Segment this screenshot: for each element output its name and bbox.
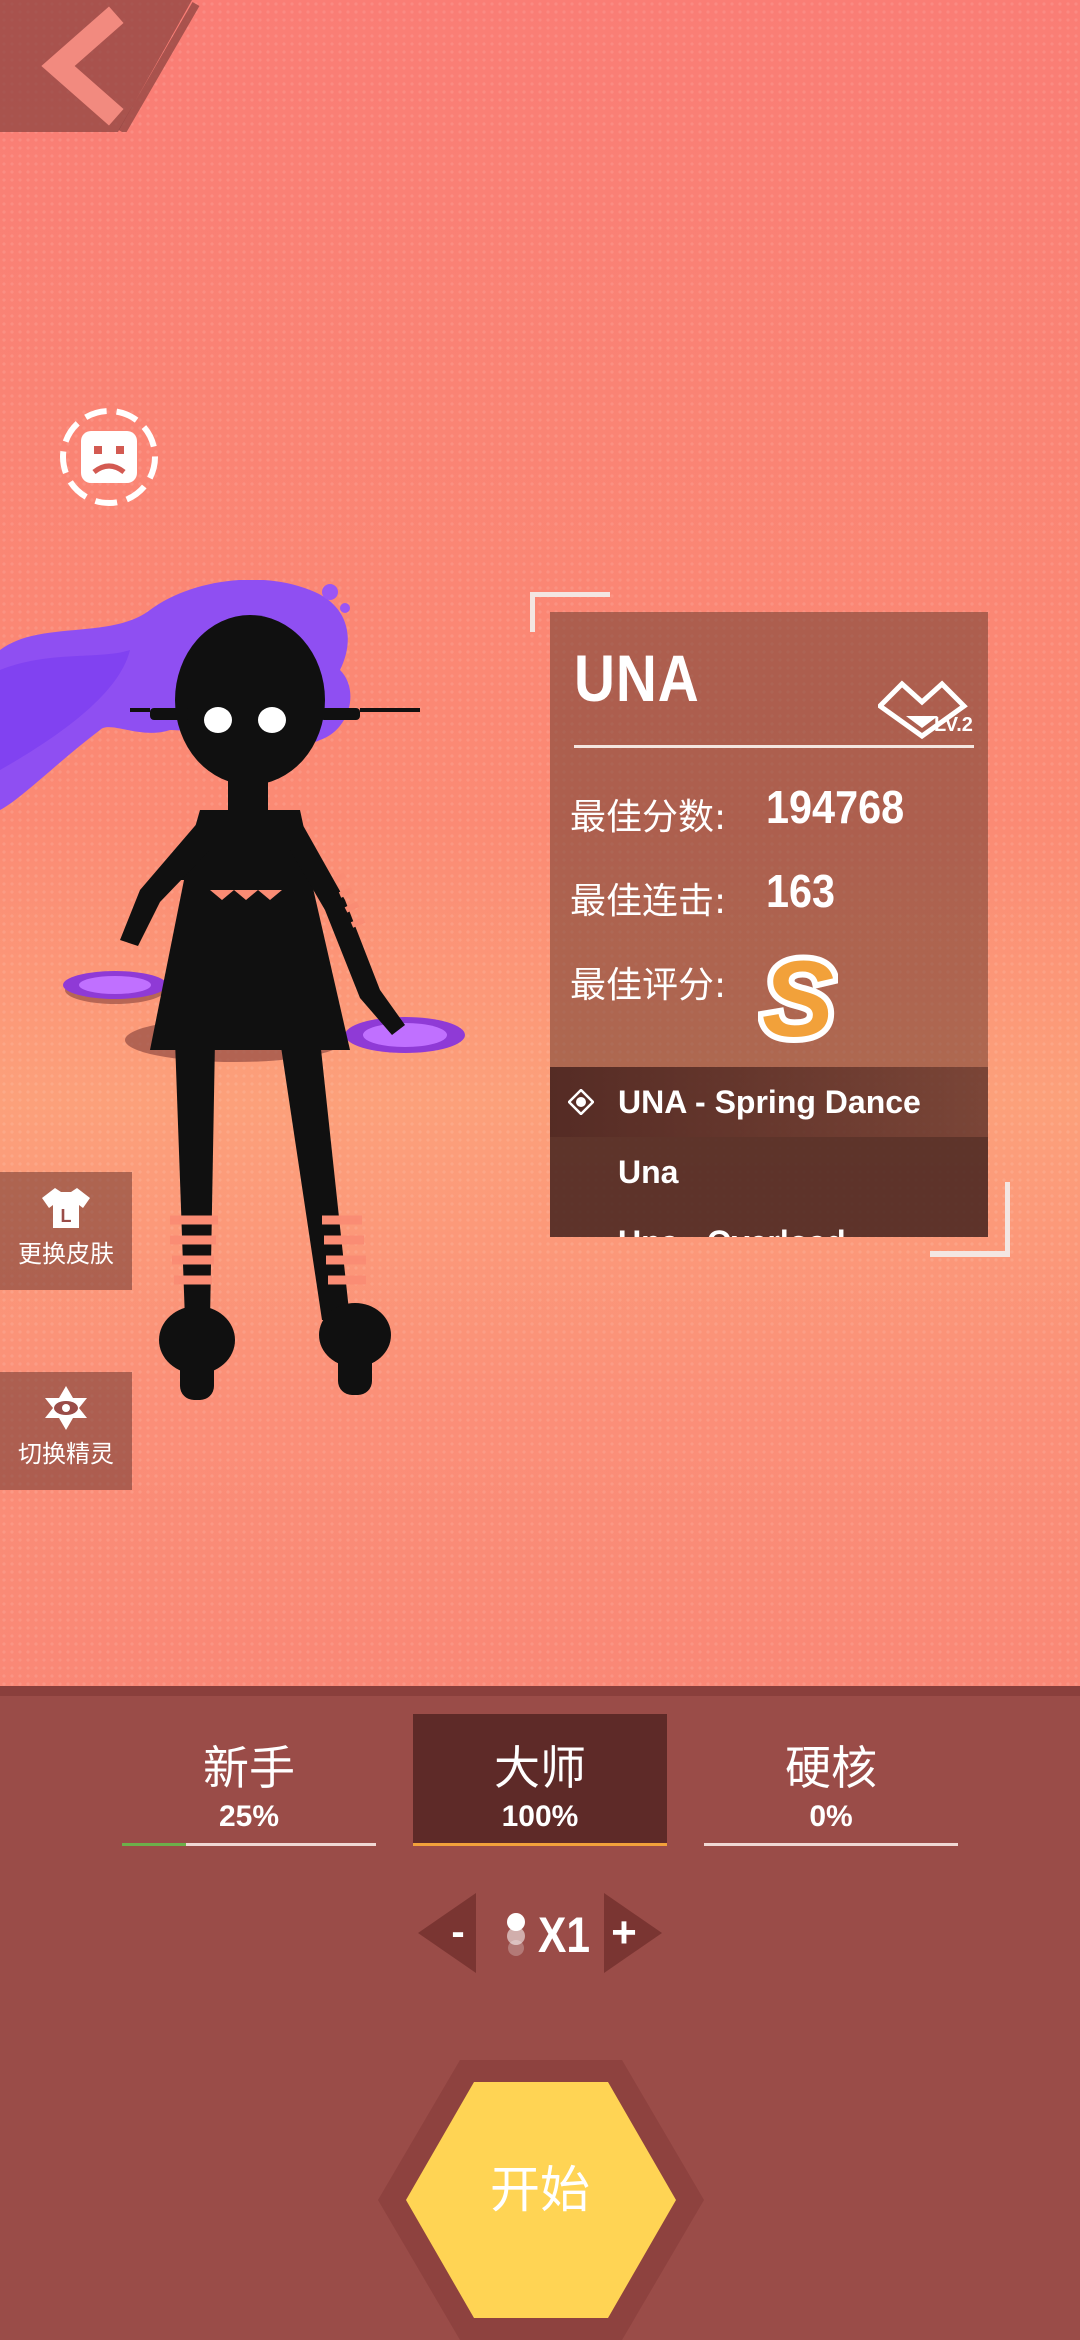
- difficulty-name: 大师: [494, 1741, 586, 1795]
- best-rank-label: 最佳评分:: [570, 965, 727, 1006]
- best-score-label: 最佳分数:: [570, 797, 727, 838]
- difficulty-hardcore[interactable]: 硬核 0%: [704, 1714, 958, 1844]
- eye-star-icon: [45, 1386, 87, 1430]
- switch-sprite-button[interactable]: 切换精灵: [0, 1372, 132, 1490]
- back-button[interactable]: [0, 0, 200, 132]
- song-title: Una - Overload: [618, 1224, 846, 1238]
- difficulty-master[interactable]: 大师 100%: [413, 1714, 667, 1844]
- progress-fill-master: [413, 1843, 667, 1846]
- difficulty-novice[interactable]: 新手 25%: [122, 1714, 376, 1844]
- song-title: Una: [618, 1153, 679, 1190]
- best-combo-value: 163: [766, 865, 836, 917]
- character-silhouette: [0, 580, 465, 1400]
- song-item[interactable]: Una - Overload: [550, 1207, 988, 1237]
- character-name: UNA: [574, 641, 700, 715]
- sad-face-icon[interactable]: [58, 406, 160, 508]
- rank-s-badge: S S: [758, 940, 838, 1050]
- song-item-selected[interactable]: UNA - Spring Dance: [550, 1067, 988, 1137]
- change-skin-label: 更换皮肤: [18, 1240, 114, 1268]
- change-skin-button[interactable]: L 更换皮肤: [0, 1172, 132, 1290]
- difficulty-percent: 0%: [809, 1800, 853, 1833]
- svg-text:-: -: [451, 1910, 464, 1954]
- difficulty-name: 硬核: [785, 1741, 877, 1795]
- speed-indicator-icon: [507, 1913, 525, 1956]
- selected-diamond-icon: [568, 1089, 594, 1115]
- tshirt-icon: L: [42, 1188, 90, 1228]
- svg-text:L: L: [61, 1206, 72, 1226]
- progress-fill-novice: [122, 1843, 186, 1846]
- difficulty-percent: 25%: [218, 1800, 280, 1833]
- song-title: UNA - Spring Dance: [618, 1083, 921, 1120]
- best-combo-label: 最佳连击:: [570, 881, 727, 922]
- progress-track-hardcore: [704, 1843, 958, 1846]
- difficulty-percent: 100%: [501, 1800, 579, 1833]
- rank-letter-fill: S: [762, 940, 834, 1050]
- switch-sprite-label: 切换精灵: [18, 1440, 114, 1468]
- progress-track-novice: [122, 1843, 376, 1846]
- song-item[interactable]: Una: [550, 1137, 988, 1207]
- level-label: LV.2: [934, 714, 973, 736]
- song-list[interactable]: UNA - Spring Dance Una Una - Overload: [550, 1067, 988, 1237]
- speed-minus-button[interactable]: -: [418, 1893, 476, 1973]
- speed-value: X1: [538, 1907, 590, 1963]
- name-divider: [574, 745, 974, 748]
- bottom-bar-edge: [0, 1686, 1080, 1696]
- svg-text:+: +: [611, 1908, 637, 1957]
- speed-plus-button[interactable]: +: [604, 1893, 662, 1973]
- progress-track-master: [413, 1843, 667, 1846]
- best-score-value: 194768: [766, 781, 905, 833]
- difficulty-name: 新手: [203, 1741, 295, 1795]
- start-label: 开始: [490, 2161, 590, 2219]
